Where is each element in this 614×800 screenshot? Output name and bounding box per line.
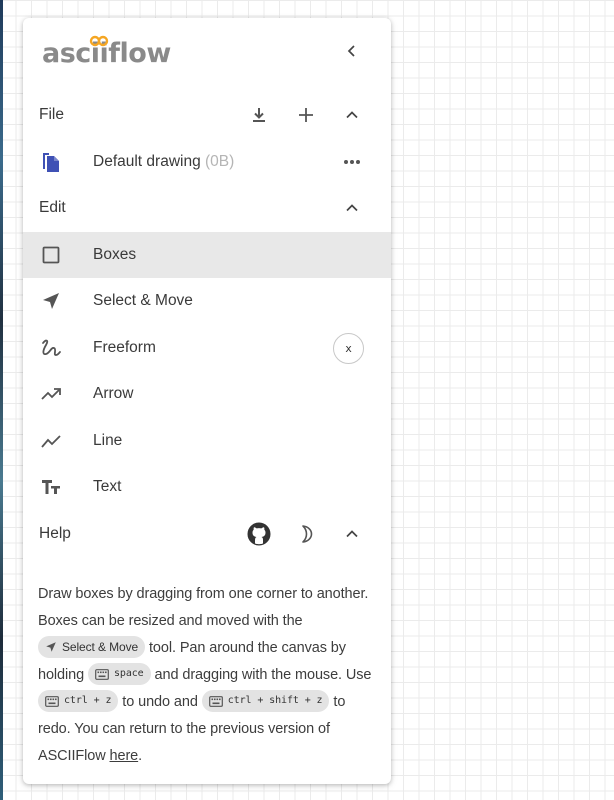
tool-label: Line — [93, 432, 123, 449]
keyboard-icon — [45, 695, 59, 707]
navigation-arrow-icon — [39, 289, 63, 313]
drawing-more-button[interactable] — [339, 149, 365, 175]
file-section-toggle[interactable] — [339, 102, 365, 128]
tool-label: Arrow — [93, 385, 134, 402]
chip-label: Select & Move — [62, 640, 139, 655]
show-chart-line-icon — [39, 429, 63, 453]
freeform-gesture-icon — [39, 336, 63, 360]
new-drawing-button[interactable] — [293, 102, 319, 128]
tool-line[interactable]: Line — [23, 418, 391, 464]
undo-shortcut-chip: ctrl + z — [38, 690, 119, 713]
chip-label: ctrl + z — [64, 695, 112, 707]
tool-label: Select & Move — [93, 292, 193, 309]
dark-mode-toggle[interactable] — [293, 521, 319, 547]
edit-section-label: Edit — [39, 199, 66, 216]
background-window-edge — [0, 0, 3, 800]
asciiflow-logo: asciiflow — [42, 32, 182, 73]
chevron-up-icon — [346, 530, 358, 538]
trending-up-arrow-icon — [39, 382, 63, 406]
chevron-up-icon — [346, 111, 358, 119]
help-section-header[interactable]: Help — [23, 511, 391, 557]
tool-label: Boxes — [93, 246, 137, 263]
help-section-toggle[interactable] — [339, 521, 365, 547]
plus-icon — [299, 108, 313, 122]
chevron-up-icon — [346, 204, 358, 212]
file-section-header[interactable]: File — [23, 92, 391, 138]
help-text-part: to undo and — [118, 694, 202, 710]
chevron-left-icon — [347, 45, 355, 57]
keyboard-icon — [95, 668, 109, 680]
chip-label: space — [114, 668, 144, 680]
tool-freeform[interactable]: Freeform x — [23, 325, 391, 371]
space-key-chip: space — [88, 663, 151, 686]
help-text-part: Draw boxes by dragging from one corner t… — [38, 586, 369, 629]
edit-section-header[interactable]: Edit — [23, 185, 391, 231]
github-icon — [247, 522, 271, 546]
select-move-chip: Select & Move — [38, 636, 146, 659]
help-text: Draw boxes by dragging from one corner t… — [38, 581, 380, 770]
help-section-label: Help — [39, 525, 71, 542]
header: asciiflow — [23, 18, 391, 86]
tool-arrow[interactable]: Arrow — [23, 371, 391, 417]
help-text-part: and dragging with the mouse. Use — [150, 667, 372, 683]
drawing-title: Default drawing — [93, 153, 201, 170]
drawing-file-icon — [39, 150, 63, 174]
tool-select-move[interactable]: Select & Move — [23, 278, 391, 324]
tool-label: Freeform — [93, 339, 156, 356]
moon-icon — [302, 525, 313, 543]
download-icon — [253, 108, 265, 122]
tool-text[interactable]: Text — [23, 464, 391, 510]
tool-boxes[interactable]: Boxes — [23, 232, 391, 278]
chip-label: ctrl + shift + z — [227, 695, 323, 707]
edit-section-toggle[interactable] — [339, 195, 365, 221]
collapse-panel-button[interactable] — [339, 38, 365, 64]
redo-shortcut-chip: ctrl + shift + z — [201, 690, 330, 713]
asciiflow-logo-image: asciiflow — [42, 35, 171, 69]
drawing-size: (0B) — [205, 153, 235, 170]
previous-version-link[interactable]: here — [110, 748, 139, 764]
side-panel: asciiflow File Default drawing (0B) Edit… — [23, 18, 391, 784]
tool-label: Text — [93, 478, 122, 495]
github-button[interactable] — [246, 521, 272, 547]
help-text-part: . — [138, 748, 143, 764]
drawing-name: Default drawing (0B) — [93, 153, 234, 171]
download-button[interactable] — [246, 102, 272, 128]
box-outline-icon — [39, 243, 63, 267]
more-horizontal-icon — [344, 160, 360, 164]
navigation-arrow-icon — [46, 642, 56, 652]
keyboard-icon — [208, 695, 223, 707]
drawing-item-default[interactable]: Default drawing (0B) — [23, 139, 391, 185]
text-fields-icon — [39, 475, 63, 499]
freeform-shortcut-badge: x — [333, 332, 364, 364]
file-section-label: File — [39, 106, 64, 123]
